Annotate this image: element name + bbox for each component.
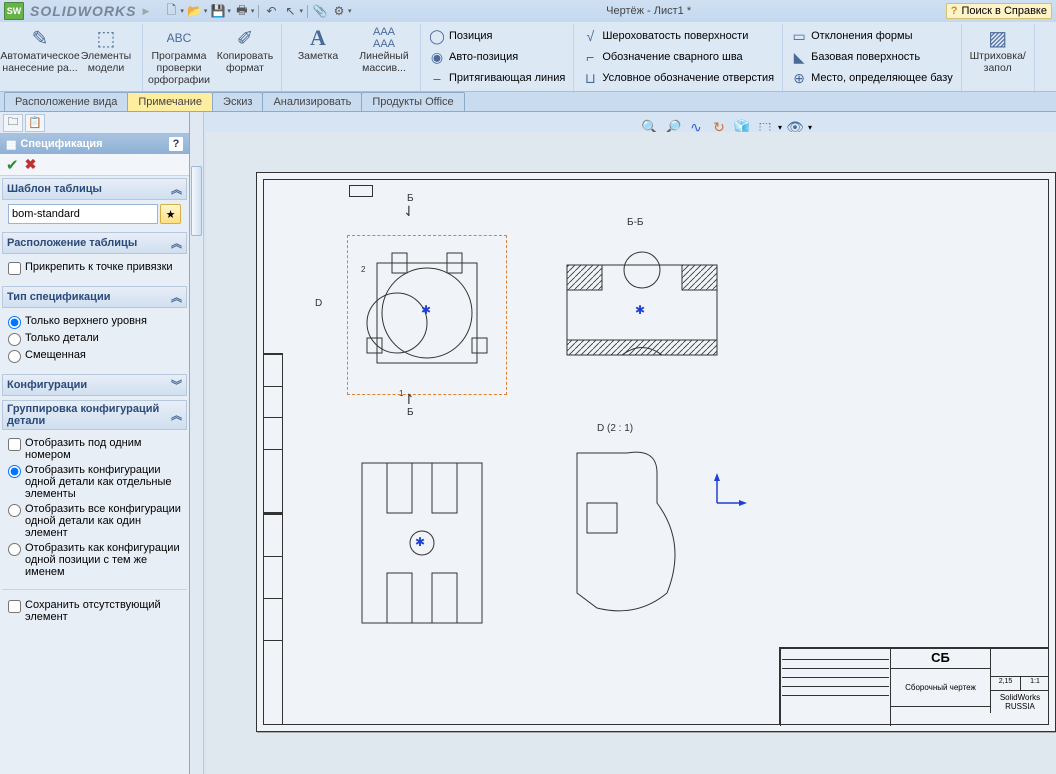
drawing-canvas[interactable]: ✱ Б ⇃ Б ↾ D 2 1 Б-Б ✱ xyxy=(206,132,1056,774)
section-bom-type[interactable]: Тип спецификации︽ xyxy=(2,286,187,308)
detail-view-d[interactable] xyxy=(567,443,697,623)
side-scrollbar[interactable] xyxy=(190,112,204,774)
chevron-up-icon: ︽ xyxy=(171,289,182,305)
title-block: СБ Сборочный чертеж 2,15 1:1 SolidWorks … xyxy=(779,647,1049,725)
top-view[interactable]: ✱ xyxy=(347,453,497,633)
section-table-position[interactable]: Расположение таблицы︽ xyxy=(2,232,187,254)
datum-target-button[interactable]: ⊕Место, определяющее базу xyxy=(787,68,957,88)
scrollbar-thumb[interactable] xyxy=(191,166,202,236)
template-input[interactable] xyxy=(8,204,158,224)
revision-block-2 xyxy=(263,513,283,725)
title-bar: SW SOLIDWORKS ▶ 🗋▾ 📂▾ 💾▾ 🖶▾ ↶ ↖▾ 📎 ⚙▾ Че… xyxy=(0,0,1056,22)
balloon-button[interactable]: ◯Позиция xyxy=(425,26,569,46)
tab-annotation[interactable]: Примечание xyxy=(127,92,213,111)
print-icon[interactable]: 🖶 xyxy=(234,3,250,19)
section-grouping[interactable]: Группировка конфигураций детали︽ xyxy=(2,400,187,430)
panel-tabs: 🗀 📋 xyxy=(0,112,189,134)
tb-assembly: Сборочный чертеж xyxy=(890,668,990,706)
tab-evaluate[interactable]: Анализировать xyxy=(262,92,362,111)
tab-view-layout[interactable]: Расположение вида xyxy=(4,92,128,111)
radio-indented[interactable] xyxy=(8,350,21,363)
detail-view-label: D (2 : 1) xyxy=(597,423,633,434)
note-button[interactable]: AЗаметка xyxy=(286,24,350,64)
view-triad[interactable] xyxy=(707,473,747,516)
chevron-up-icon: ︽ xyxy=(171,181,182,197)
help-icon: ? xyxy=(951,5,958,17)
hole-callout-button[interactable]: ⊔Условное обозначение отверстия xyxy=(578,68,778,88)
spellcheck-button[interactable]: ABCПрограмма проверки орфографии xyxy=(147,24,211,88)
tb-designation: СБ xyxy=(890,648,990,668)
chevron-up-icon: ︽ xyxy=(171,407,182,423)
linear-pattern-button[interactable]: AAAAAAЛинейный массив... xyxy=(352,24,416,76)
pm-header: ▦ Спецификация ? xyxy=(0,134,189,154)
attach-anchor-checkbox[interactable] xyxy=(8,262,21,275)
help-search-label: Поиск в Справке xyxy=(962,5,1047,17)
app-name: SOLIDWORKS xyxy=(30,3,136,19)
magnetic-line-button[interactable]: ⎯Притягивающая линия xyxy=(425,68,569,88)
tab-sketch[interactable]: Эскиз xyxy=(212,92,263,111)
radio-one-element[interactable] xyxy=(8,504,21,517)
rebuild-icon[interactable]: 📎 xyxy=(312,3,328,19)
undo-icon[interactable]: ↶ xyxy=(263,3,279,19)
datum-feature-button[interactable]: ◣Базовая поверхность xyxy=(787,47,957,67)
document-title: Чертёж - Лист1 * xyxy=(357,5,939,17)
format-painter-button[interactable]: ✐Копировать формат xyxy=(213,24,277,76)
section-view-label: Б-Б xyxy=(627,217,643,228)
chevron-up-icon: ︽ xyxy=(171,235,182,251)
radio-top-level[interactable] xyxy=(8,316,21,329)
tb-mass: 2,15 xyxy=(990,676,1020,690)
section-arrow-b-bot: Б xyxy=(407,407,414,418)
ribbon: ✎Автоматическое нанесение ра... ⬚Элемент… xyxy=(0,22,1056,92)
center-mark-icon: ✱ xyxy=(635,303,645,317)
tab-office-products[interactable]: Продукты Office xyxy=(361,92,464,111)
ribbon-tabs: Расположение вида Примечание Эскиз Анали… xyxy=(0,92,1056,112)
weld-symbol-button[interactable]: ⌐Обозначение сварного шва xyxy=(578,47,778,67)
radio-parts-only[interactable] xyxy=(8,333,21,346)
quick-access-toolbar: 🗋▾ 📂▾ 💾▾ 🖶▾ ↶ ↖▾ 📎 ⚙▾ xyxy=(163,3,351,19)
bom-icon: ▦ xyxy=(6,138,16,151)
auto-dimension-button[interactable]: ✎Автоматическое нанесение ра... xyxy=(8,24,72,76)
app-logo-icon: SW xyxy=(4,2,24,20)
pm-help-icon[interactable]: ? xyxy=(169,137,183,151)
radio-separate[interactable] xyxy=(8,465,21,478)
section-template[interactable]: Шаблон таблицы︽ xyxy=(2,178,187,200)
tb-scale: 1:1 xyxy=(1020,676,1049,690)
surface-finish-button[interactable]: √Шероховатость поверхности xyxy=(578,26,778,46)
tb-company: SolidWorks RUSSIA xyxy=(990,690,1049,713)
section-view-bb[interactable]: ✱ xyxy=(557,235,727,375)
star-icon: ★ xyxy=(166,208,176,221)
keep-missing-checkbox[interactable] xyxy=(8,600,21,613)
pm-title: Спецификация xyxy=(20,138,102,150)
section-configurations[interactable]: Конфигурации︾ xyxy=(2,374,187,396)
geometric-tolerance-button[interactable]: ▭Отклонения формы xyxy=(787,26,957,46)
save-icon[interactable]: 💾 xyxy=(210,3,226,19)
open-file-icon[interactable]: 📂 xyxy=(187,3,203,19)
select-icon[interactable]: ↖ xyxy=(282,3,298,19)
hatch-fill-button[interactable]: ▨Штриховка/запол xyxy=(966,24,1030,76)
auto-balloon-button[interactable]: ◉Авто-позиция xyxy=(425,47,569,67)
options-icon[interactable]: ⚙ xyxy=(331,3,347,19)
pm-controls: ✔ ✖ xyxy=(0,154,189,176)
property-manager-tab-icon[interactable]: 📋 xyxy=(25,114,45,132)
new-file-icon[interactable]: 🗋 xyxy=(163,3,179,19)
drawing-sheet: ✱ Б ⇃ Б ↾ D 2 1 Б-Б ✱ xyxy=(256,172,1056,732)
detail-d-label: D xyxy=(315,298,322,309)
chevron-down-icon: ︾ xyxy=(171,377,182,393)
display-one-item-checkbox[interactable] xyxy=(8,438,21,451)
cancel-button[interactable]: ✖ xyxy=(25,156,37,173)
browse-template-button[interactable]: ★ xyxy=(160,204,181,224)
radio-same-name[interactable] xyxy=(8,543,21,556)
revision-block-1 xyxy=(263,353,283,513)
model-items-button[interactable]: ⬚Элементы модели xyxy=(74,24,138,76)
ok-button[interactable]: ✔ xyxy=(6,156,19,174)
feature-tree-tab-icon[interactable]: 🗀 xyxy=(3,114,23,132)
front-view[interactable]: ✱ xyxy=(357,243,497,383)
help-search[interactable]: ? Поиск в Справке xyxy=(946,3,1052,19)
center-mark-icon: ✱ xyxy=(421,303,431,317)
center-mark-icon: ✱ xyxy=(415,535,425,549)
property-manager-panel: 🗀 📋 ▦Спецификация ? ✔ ✖ Шаблон таблицы︽ … xyxy=(0,112,190,774)
